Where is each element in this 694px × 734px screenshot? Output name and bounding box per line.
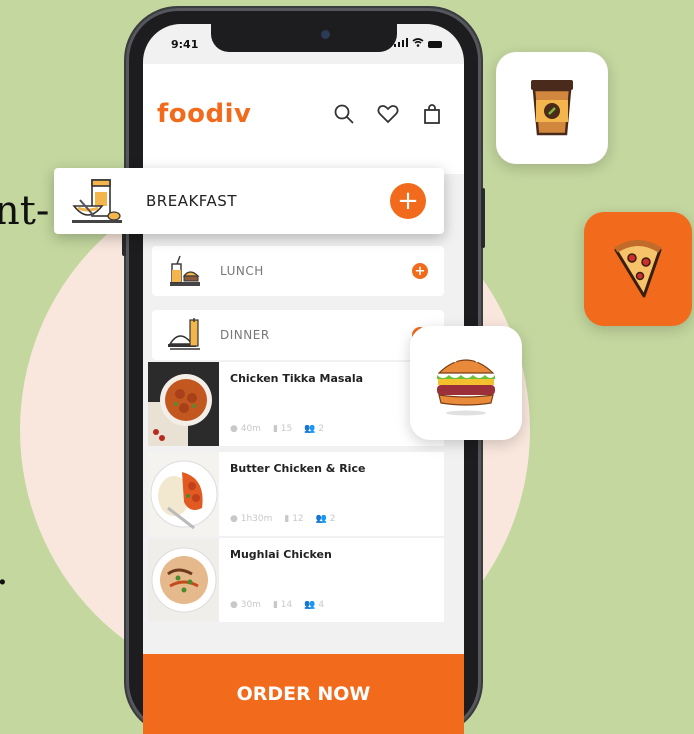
status-icons (394, 38, 442, 50)
dinner-cloche-icon (166, 314, 204, 358)
heart-icon[interactable] (373, 100, 403, 128)
burger-card[interactable] (410, 326, 522, 440)
category-breakfast[interactable]: BREAKFAST + (54, 168, 444, 234)
add-breakfast-button[interactable]: + (390, 183, 426, 219)
pizza-card[interactable] (584, 212, 692, 326)
status-time: 9:41 (171, 38, 199, 51)
category-dinner-label: DINNER (220, 328, 270, 342)
recipe-steps: ▮ 14 (272, 600, 293, 610)
recipe-serves: 👥 2 (315, 514, 336, 524)
category-dinner[interactable]: DINNER + (152, 310, 444, 360)
recipe-photo (148, 362, 219, 446)
battery-icon (428, 40, 442, 48)
phone-notch (211, 24, 397, 52)
category-lunch-label: LUNCH (220, 264, 264, 278)
bag-icon[interactable] (417, 100, 447, 128)
recipe-meta: ● 30m ▮ 14 👥 4 (230, 600, 324, 610)
recipe-steps: ▮ 12 (284, 514, 304, 524)
recipe-name: Mughlai Chicken (230, 548, 332, 561)
recipe-photo (148, 452, 219, 536)
search-icon[interactable] (329, 100, 359, 128)
recipe-time: ● 30m (230, 600, 261, 610)
recipe-serves: 👥 2 (304, 424, 325, 434)
signal-icon (394, 38, 408, 50)
add-lunch-button[interactable]: + (412, 263, 428, 279)
recipe-name: Butter Chicken & Rice (230, 462, 366, 475)
category-lunch[interactable]: LUNCH + (152, 246, 444, 296)
order-now-label: ORDER NOW (236, 683, 371, 705)
lunch-tray-icon (166, 252, 204, 294)
brand-logo[interactable]: foodiv (157, 99, 252, 129)
recipe-serves: 👥 4 (304, 600, 325, 610)
coffee-card[interactable] (496, 52, 608, 164)
recipe-card[interactable]: Butter Chicken & Rice ● 1h30m ▮ 12 👥 2 (148, 452, 444, 536)
app-header: foodiv (143, 64, 464, 174)
background-text-fragment: nt- (0, 188, 50, 234)
order-now-button[interactable]: ORDER NOW (143, 654, 464, 734)
background-text-period: . (0, 548, 9, 594)
recipe-time: ● 40m (230, 424, 261, 434)
coffee-cup-icon (527, 76, 577, 140)
recipe-meta: ● 1h30m ▮ 12 👥 2 (230, 514, 335, 524)
recipe-photo (148, 538, 219, 622)
recipe-steps: ▮ 15 (272, 424, 293, 434)
recipe-card[interactable]: Mughlai Chicken ● 30m ▮ 14 👥 4 (148, 538, 444, 622)
wifi-icon (412, 38, 424, 50)
recipe-name: Chicken Tikka Masala (230, 372, 364, 385)
category-breakfast-label: BREAKFAST (146, 192, 237, 210)
recipe-time: ● 1h30m (230, 514, 273, 524)
recipe-meta: ● 40m ▮ 15 👥 2 (230, 424, 324, 434)
pizza-icon (610, 236, 666, 302)
burger-icon (433, 345, 499, 421)
recipe-card[interactable]: Chicken Tikka Masala ● 40m ▮ 15 👥 2 (148, 362, 444, 446)
breakfast-icon (72, 176, 124, 230)
